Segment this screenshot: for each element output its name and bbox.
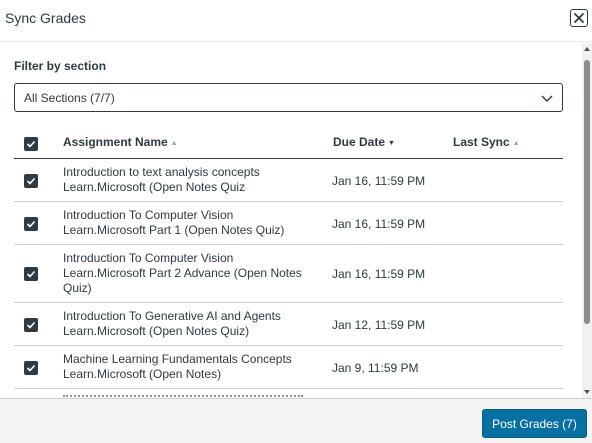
scroll-up-arrow-icon[interactable] bbox=[583, 45, 591, 53]
check-icon bbox=[26, 177, 36, 185]
due-date: Jan 12, 11:59 PM bbox=[332, 318, 426, 332]
assignment-name-line: Machine Learning Fundamentals Concepts bbox=[63, 352, 292, 366]
column-header-label: Last Sync bbox=[453, 135, 510, 149]
check-icon bbox=[26, 140, 36, 148]
table-row: Machine Learning Fundamentals Concepts L… bbox=[14, 346, 563, 389]
filter-label: Filter by section bbox=[14, 59, 107, 73]
select-all-checkbox[interactable] bbox=[24, 137, 38, 151]
check-icon bbox=[26, 364, 36, 372]
assignment-name-line: Learn.Microsoft (Open Notes Quiz) bbox=[63, 324, 250, 338]
assignment-name-line: Learn.Microsoft Part 2 Advance (Open Not… bbox=[63, 266, 302, 280]
sort-icon: ▲ bbox=[512, 140, 520, 147]
dialog-title: Sync Grades bbox=[5, 10, 86, 26]
sort-descending-icon: ▼ bbox=[388, 140, 395, 147]
table-row: Introduction to text analysis concepts L… bbox=[14, 159, 563, 202]
assignment-name: Machine Learning Fundamentals Concepts L… bbox=[63, 352, 313, 382]
check-icon bbox=[26, 220, 36, 228]
scroll-down-arrow-icon[interactable] bbox=[583, 388, 591, 396]
assignment-name: Introduction To Generative AI and Agents… bbox=[63, 309, 313, 339]
table-row-partial bbox=[14, 389, 563, 398]
check-icon bbox=[26, 270, 36, 278]
column-header-last-sync[interactable]: Last Sync ▲ bbox=[453, 135, 520, 149]
section-select-value: All Sections (7/7) bbox=[24, 91, 115, 105]
row-checkbox[interactable] bbox=[24, 318, 38, 332]
assignment-name: Introduction To Computer Vision Learn.Mi… bbox=[63, 208, 313, 238]
post-grades-button[interactable]: Post Grades (7) bbox=[482, 409, 587, 438]
column-header-assignment-name[interactable]: Assignment Name ▲ bbox=[63, 135, 178, 149]
due-date: Jan 16, 11:59 PM bbox=[332, 267, 426, 281]
close-icon bbox=[574, 13, 584, 23]
assignment-name-line: Introduction to text analysis concepts bbox=[63, 165, 260, 179]
assignment-name-line: Quiz) bbox=[63, 281, 92, 295]
due-date: Jan 9, 11:59 PM bbox=[332, 361, 419, 375]
row-checkbox[interactable] bbox=[24, 217, 38, 231]
row-checkbox[interactable] bbox=[24, 361, 38, 375]
dialog-header: Sync Grades bbox=[0, 0, 592, 42]
column-header-label: Due Date bbox=[333, 135, 386, 149]
assignment-name-line: Introduction To Computer Vision bbox=[63, 208, 234, 222]
dialog-footer: Post Grades (7) bbox=[0, 398, 592, 443]
section-select[interactable]: All Sections (7/7) bbox=[14, 83, 563, 112]
due-date: Jan 16, 11:59 PM bbox=[332, 174, 426, 188]
column-header-label: Assignment Name bbox=[63, 135, 168, 149]
assignments-table: Assignment Name ▲ Due Date ▼ Last Sync ▲ In… bbox=[14, 128, 563, 398]
table-row: Introduction To Computer Vision Learn.Mi… bbox=[14, 245, 563, 303]
assignment-name-line: Learn.Microsoft (Open Notes) bbox=[63, 367, 222, 381]
assignment-name-line: Learn.Microsoft Part 1 (Open Notes Quiz) bbox=[63, 223, 285, 237]
assignment-name: Introduction To Computer Vision Learn.Mi… bbox=[63, 251, 313, 296]
assignment-name-line: Learn.Microsoft (Open Notes Quiz bbox=[63, 180, 246, 194]
scrollbar-thumb[interactable] bbox=[584, 60, 590, 324]
assignment-name-line: Introduction To Computer Vision bbox=[63, 251, 234, 265]
assignment-name: Introduction to text analysis concepts L… bbox=[63, 165, 313, 195]
assignment-name-line: Introduction To Generative AI and Agents bbox=[63, 309, 281, 323]
column-header-due-date[interactable]: Due Date ▼ bbox=[333, 135, 395, 149]
sort-icon: ▲ bbox=[170, 140, 178, 147]
check-icon bbox=[26, 321, 36, 329]
vertical-scrollbar[interactable] bbox=[582, 43, 592, 398]
due-date: Jan 16, 11:59 PM bbox=[332, 217, 426, 231]
dialog-body: Filter by section All Sections (7/7) Ass… bbox=[0, 43, 582, 398]
chevron-down-icon bbox=[541, 95, 553, 102]
table-row: Introduction To Computer Vision Learn.Mi… bbox=[14, 202, 563, 245]
row-checkbox[interactable] bbox=[24, 174, 38, 188]
table-row: Introduction To Generative AI and Agents… bbox=[14, 303, 563, 346]
close-button[interactable] bbox=[570, 9, 588, 27]
table-header: Assignment Name ▲ Due Date ▼ Last Sync ▲ bbox=[14, 128, 563, 159]
row-checkbox[interactable] bbox=[24, 267, 38, 281]
